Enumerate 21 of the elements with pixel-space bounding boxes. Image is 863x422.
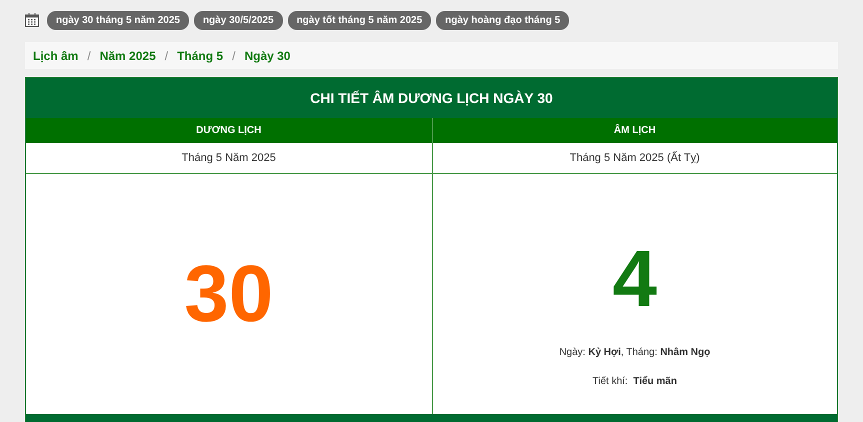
breadcrumb-separator: /	[87, 48, 91, 64]
column-header: DƯƠNG LỊCH	[26, 118, 432, 143]
table-title: CHI TIẾT ÂM DƯƠNG LỊCH NGÀY 30	[26, 78, 837, 118]
lunar-detail: Ngày: Kỷ Hợi, Tháng: Nhâm Ngọ	[559, 346, 710, 360]
lunar-detail: Tiết khí: Tiểu mãn	[592, 374, 677, 389]
breadcrumb-link[interactable]: Lịch âm	[33, 46, 78, 64]
breadcrumb-separator: /	[164, 48, 168, 64]
breadcrumb-link[interactable]: Tháng 5	[177, 46, 224, 64]
breadcrumb-link[interactable]: Năm 2025	[100, 46, 156, 64]
day-number: 4	[612, 239, 657, 319]
month-cell: Tháng 5 Năm 2025 (Ất Tỵ)	[432, 143, 837, 174]
tag-link[interactable]: ngày hoàng đạo tháng 5	[436, 10, 570, 30]
breadcrumb-separator: /	[232, 48, 236, 64]
calendar-icon	[24, 12, 40, 28]
breadcrumb-link[interactable]: Ngày 30	[244, 46, 290, 64]
tag-link[interactable]: ngày 30/5/2025	[194, 10, 283, 30]
column-header: ÂM LỊCH	[432, 118, 837, 143]
month-cell: Tháng 5 Năm 2025	[26, 143, 432, 174]
tag-link[interactable]: ngày tốt tháng 5 năm 2025	[288, 10, 432, 30]
day-number: 30	[184, 254, 274, 334]
tag-link[interactable]: ngày 30 tháng 5 năm 2025	[47, 10, 189, 30]
